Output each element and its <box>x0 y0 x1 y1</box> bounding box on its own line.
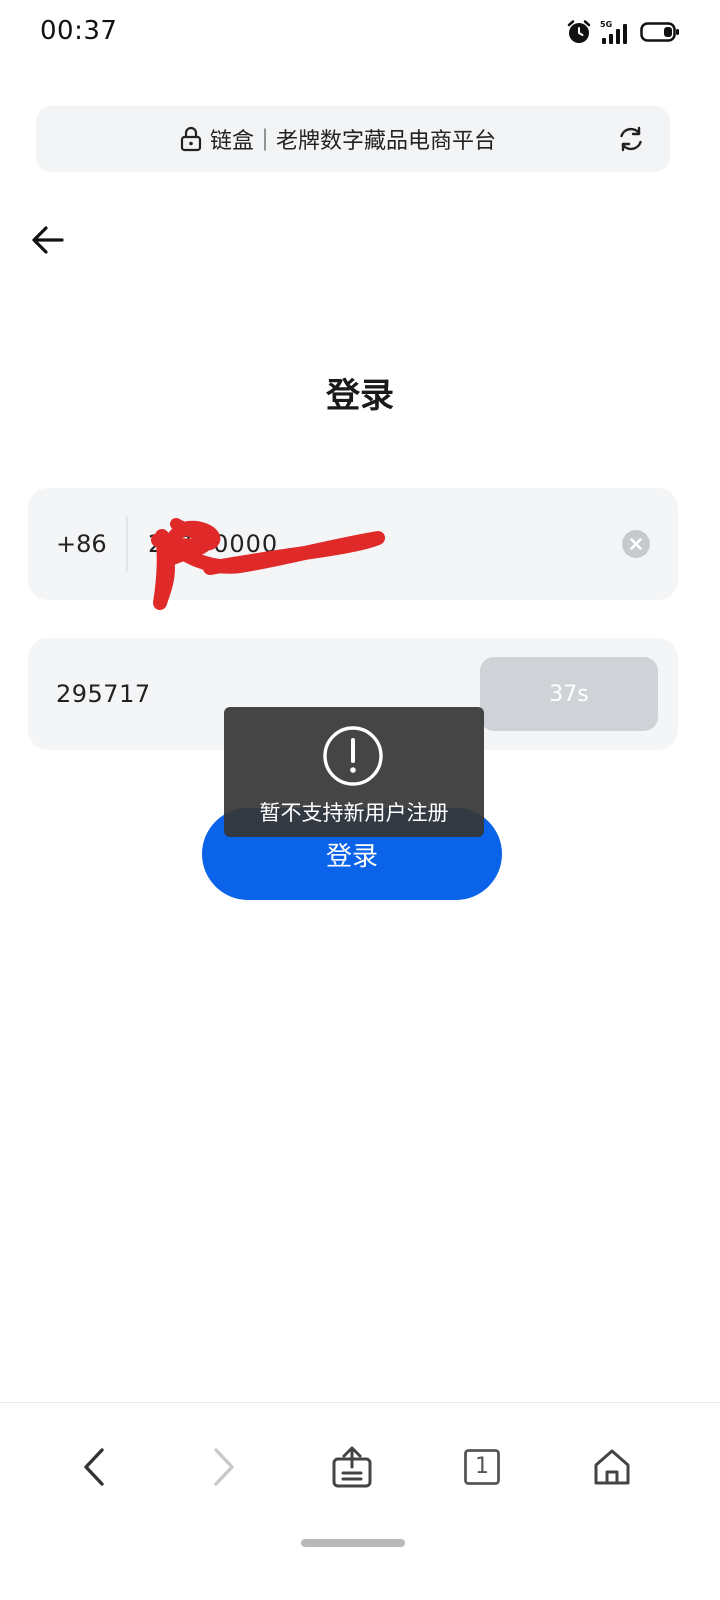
tab-count: 1 <box>475 1454 489 1479</box>
status-bar: 00:37 5G <box>0 0 720 64</box>
home-icon <box>594 1449 630 1485</box>
network-label: 5G <box>600 20 612 29</box>
resend-code-button[interactable]: 37s <box>480 657 658 731</box>
lock-icon <box>180 126 202 152</box>
back-icon <box>84 1448 104 1486</box>
forward-icon <box>214 1448 234 1486</box>
bottom-nav: 1 <box>0 1403 720 1533</box>
nav-tabs-button[interactable]: 1 <box>458 1443 506 1491</box>
nav-home-button[interactable] <box>588 1443 636 1491</box>
address-center: 链盒｜老牌数字藏品电商平台 <box>36 106 670 172</box>
nav-back-button[interactable] <box>70 1443 118 1491</box>
clear-icon[interactable] <box>622 530 650 558</box>
status-icons: 5G <box>566 18 680 46</box>
share-icon <box>332 1446 372 1488</box>
nav-share-button[interactable] <box>328 1443 376 1491</box>
toast-message: 暂不支持新用户注册 <box>259 801 449 825</box>
code-input[interactable]: 295717 <box>56 638 151 750</box>
field-divider <box>126 516 128 572</box>
tabs-icon: 1 <box>464 1449 500 1485</box>
country-code[interactable]: +86 <box>56 488 107 600</box>
alarm-icon <box>567 20 591 43</box>
exclamation-icon <box>323 726 383 786</box>
nav-forward-button[interactable] <box>200 1443 248 1491</box>
redaction-scribble <box>151 518 385 610</box>
home-indicator <box>301 1539 405 1547</box>
battery-icon <box>640 22 679 42</box>
back-arrow-icon[interactable] <box>30 222 66 258</box>
address-bar[interactable]: 链盒｜老牌数字藏品电商平台 <box>36 106 670 172</box>
page-title: 登录 <box>326 376 394 416</box>
signal-icon: 5G <box>600 20 627 44</box>
address-text: 链盒｜老牌数字藏品电商平台 <box>209 129 496 154</box>
status-time: 00:37 <box>40 16 118 46</box>
toast: 暂不支持新用户注册 <box>224 707 484 837</box>
refresh-icon[interactable] <box>616 124 646 154</box>
